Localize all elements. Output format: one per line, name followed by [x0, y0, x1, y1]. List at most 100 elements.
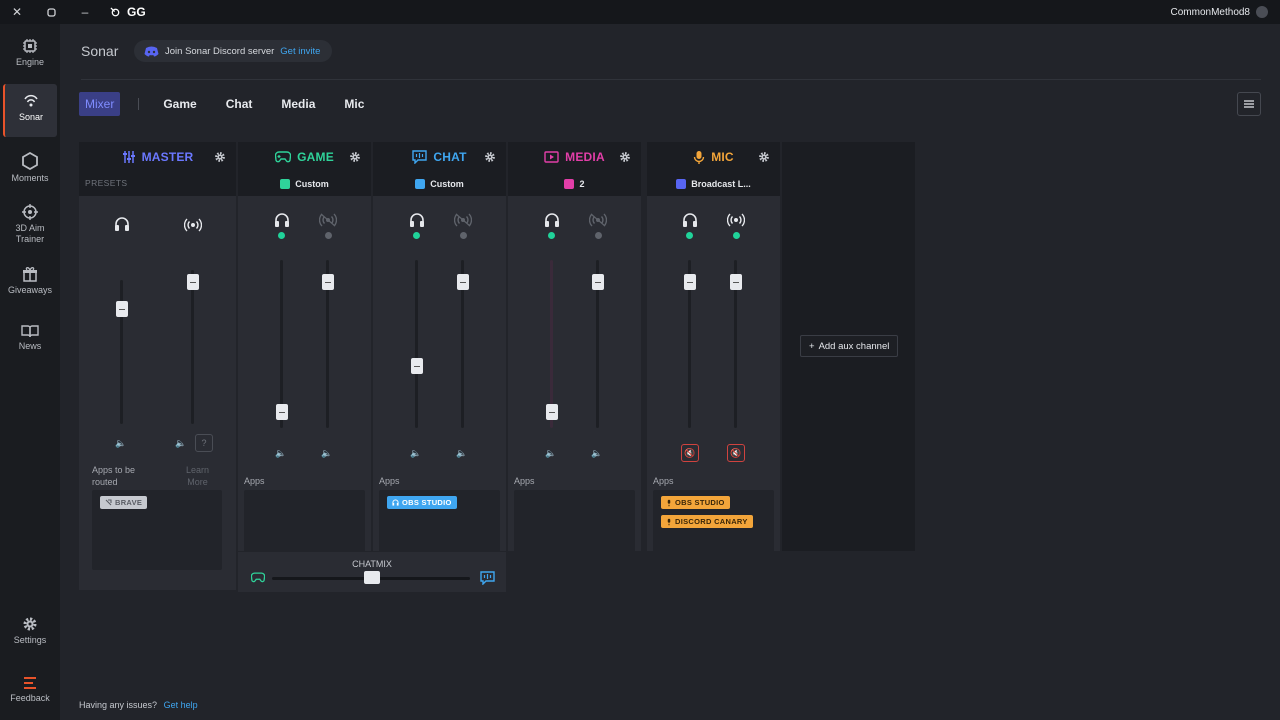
unrouted-icon	[105, 499, 112, 506]
tab-game[interactable]: Game	[163, 97, 196, 111]
apps-label: Apps	[514, 476, 535, 486]
status-dot	[595, 232, 602, 239]
stream-off-icon	[319, 213, 337, 227]
headphone-volume-track[interactable]	[280, 260, 283, 428]
status-dot	[548, 232, 555, 239]
hamburger-icon	[1244, 100, 1254, 108]
gear-icon[interactable]	[214, 151, 226, 163]
preset-selector[interactable]: 2	[508, 172, 641, 196]
headphone-mute-button[interactable]: 🔈	[272, 444, 290, 462]
menu-button[interactable]	[1237, 92, 1261, 116]
sidebar-item-news[interactable]: News	[3, 324, 57, 352]
channel-name: MIC	[711, 150, 734, 164]
headphone-mute-button[interactable]: 🔈	[542, 444, 560, 462]
sidebar-item-label: News	[18, 341, 42, 351]
stream-mute-button[interactable]: 🔈	[588, 444, 606, 462]
stream-off-icon	[454, 213, 472, 227]
avatar	[1256, 6, 1268, 18]
sidebar-item-aim-trainer[interactable]: 3D Aim Trainer	[3, 204, 57, 245]
headphone-volume-slider[interactable]	[276, 404, 288, 420]
preset-name: 2	[579, 179, 585, 189]
sidebar-item-giveaways[interactable]: Giveaways	[3, 266, 57, 296]
chatmix-slider[interactable]	[364, 571, 380, 584]
stream-mute-button[interactable]: 🔈	[172, 434, 190, 452]
learn-more-link[interactable]: Learn More	[179, 464, 216, 488]
tab-media[interactable]: Media	[281, 97, 315, 111]
gear-icon[interactable]	[349, 151, 361, 163]
preset-selector[interactable]: Custom	[373, 172, 506, 196]
discord-banner: Join Sonar Discord server Get invite	[134, 40, 333, 62]
headphone-mute-button[interactable]: 🔈	[112, 434, 130, 452]
headphone-muted-button[interactable]: 🔇	[681, 444, 699, 462]
minimize-icon[interactable]: –	[68, 0, 102, 24]
get-invite-link[interactable]: Get invite	[280, 46, 320, 57]
tab-mixer[interactable]: Mixer	[79, 92, 121, 116]
app-chip[interactable]: DISCORD CANARY	[661, 515, 753, 528]
channel-name: GAME	[297, 150, 334, 164]
stream-volume-slider[interactable]	[592, 274, 604, 290]
sidebar-item-feedback[interactable]: Feedback	[3, 676, 57, 704]
tab-bar: Mixer Game Chat Media Mic	[79, 91, 364, 117]
gear-icon[interactable]	[758, 151, 770, 163]
sidebar-item-engine[interactable]: Engine	[3, 38, 57, 68]
gear-icon[interactable]	[619, 151, 631, 163]
app-chip[interactable]: OBS STUDIO	[387, 496, 457, 509]
headphones-icon	[683, 213, 697, 227]
apps-label: Apps	[653, 476, 674, 486]
headphone-volume-slider[interactable]	[411, 358, 423, 374]
stream-muted-button[interactable]: 🔇	[727, 444, 745, 462]
app-name: OBS STUDIO	[675, 498, 725, 507]
master-channel: MASTER PRESETS 🔈 🔈 ? Apps to be routed L…	[79, 142, 236, 590]
sidebar-item-label: Sonar	[18, 112, 44, 122]
stream-volume-slider[interactable]	[730, 274, 742, 290]
stream-mute-button[interactable]: 🔈	[318, 444, 336, 462]
stream-volume-slider[interactable]	[322, 274, 334, 290]
headphone-volume-slider[interactable]	[116, 301, 128, 317]
microphone-icon	[667, 518, 671, 525]
stream-volume-slider[interactable]	[457, 274, 469, 290]
sidebar-item-label: 3D Aim Trainer	[15, 223, 45, 244]
tab-mic[interactable]: Mic	[344, 97, 364, 111]
app-chip[interactable]: OBS STUDIO	[661, 496, 730, 509]
sidebar-item-sonar[interactable]: Sonar	[3, 84, 57, 137]
plus-icon: +	[809, 340, 815, 352]
headphone-volume-track[interactable]	[550, 260, 553, 428]
restore-icon[interactable]	[34, 0, 68, 24]
sonar-icon	[24, 94, 38, 107]
help-icon[interactable]: ?	[195, 434, 213, 452]
preset-icon	[676, 179, 687, 189]
close-icon[interactable]: ✕	[0, 0, 34, 24]
get-help-link[interactable]: Get help	[164, 700, 198, 710]
status-dot	[278, 232, 285, 239]
gear-icon[interactable]	[484, 151, 496, 163]
stream-off-icon	[589, 213, 607, 227]
sidebar-item-settings[interactable]: Settings	[3, 616, 57, 646]
channel-name: MASTER	[141, 150, 194, 164]
gamepad-icon	[251, 572, 265, 583]
stream-icon	[727, 213, 745, 227]
app-chip[interactable]: BRAVE	[100, 496, 148, 509]
user-menu[interactable]: CommonMethod8	[1171, 0, 1268, 24]
stream-volume-slider[interactable]	[187, 274, 199, 290]
play-icon	[544, 151, 559, 163]
headphone-volume-slider[interactable]	[684, 274, 696, 290]
headphones-icon	[545, 213, 559, 227]
aux-label: Add aux channel	[818, 340, 890, 352]
preset-selector[interactable]: Broadcast L...	[647, 172, 780, 196]
tab-chat[interactable]: Chat	[226, 97, 253, 111]
headphone-mute-button[interactable]: 🔈	[407, 444, 425, 462]
add-aux-channel-button[interactable]: + Add aux channel	[800, 335, 899, 357]
headphone-volume-track[interactable]	[415, 260, 418, 428]
stream-mute-button[interactable]: 🔈	[453, 444, 471, 462]
headphone-volume-slider[interactable]	[546, 404, 558, 420]
preset-name: Broadcast L...	[691, 179, 751, 189]
sidebar-item-moments[interactable]: Moments	[3, 152, 57, 184]
status-dot	[460, 232, 467, 239]
preset-icon	[280, 179, 291, 189]
preset-selector[interactable]: Custom	[238, 172, 371, 196]
preset-icon	[564, 179, 575, 189]
page-title: Sonar	[81, 43, 119, 59]
app-name: BRAVE	[115, 498, 143, 507]
stream-volume-track[interactable]	[191, 270, 194, 424]
sidebar-item-label: Settings	[13, 635, 47, 645]
